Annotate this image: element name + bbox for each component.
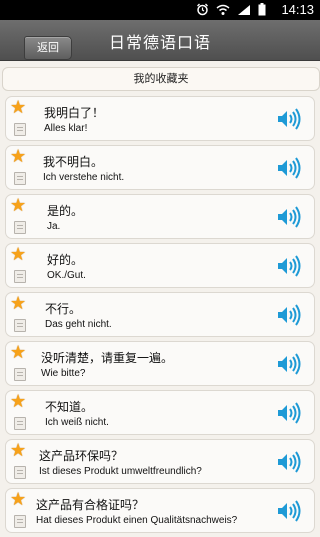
phrase-list: ★ 我明白了！ Alles klar! ★ 我不明白。 Ich verstehe… — [5, 96, 315, 537]
phrase-german: Ich verstehe nicht. — [43, 172, 125, 183]
phrase-item[interactable]: ★ 这产品有合格证吗？ Hat dieses Produkt einen Qua… — [5, 488, 315, 533]
star-icon[interactable]: ★ — [10, 99, 28, 117]
alarm-icon — [197, 3, 208, 16]
phrase-chinese: 这产品环保吗？ — [39, 449, 124, 463]
phrase-german: Alles klar! — [44, 123, 88, 134]
phrase-german: Ja. — [47, 221, 61, 232]
phrase-chinese: 我明白了！ — [44, 106, 105, 120]
phrase-german: Hat dieses Produkt einen Qualitätsnachwe… — [36, 515, 238, 526]
battery-icon — [258, 3, 266, 16]
status-time: 14:13 — [281, 2, 314, 17]
signal-icon — [238, 4, 250, 15]
star-icon[interactable]: ★ — [10, 491, 28, 509]
star-icon[interactable]: ★ — [10, 393, 28, 411]
book-icon[interactable] — [14, 221, 26, 234]
star-icon[interactable]: ★ — [10, 246, 28, 264]
phrase-item[interactable]: ★ 是的。 Ja. — [5, 194, 315, 239]
phrase-chinese: 没听清楚，请重复一遍。 — [41, 351, 174, 365]
page-title: 日常德语口语 — [108, 33, 211, 52]
speaker-icon[interactable] — [276, 303, 302, 327]
phrase-item[interactable]: ★ 好的。 OK./Gut. — [5, 243, 315, 288]
book-icon[interactable] — [14, 319, 26, 332]
speaker-icon[interactable] — [276, 352, 302, 376]
star-icon[interactable]: ★ — [10, 148, 28, 166]
book-icon[interactable] — [14, 270, 26, 283]
phrase-chinese: 不知道。 — [45, 400, 94, 414]
phrase-chinese: 好的。 — [47, 253, 84, 267]
phrase-chinese: 我不明白。 — [43, 155, 104, 169]
speaker-icon[interactable] — [276, 254, 302, 278]
star-icon[interactable]: ★ — [10, 442, 28, 460]
phrase-item[interactable]: ★ 这产品环保吗？ Ist dieses Produkt umweltfreun… — [5, 439, 315, 484]
phrase-item[interactable]: ★ 我明白了！ Alles klar! — [5, 96, 315, 141]
speaker-icon[interactable] — [276, 450, 302, 474]
phrase-chinese: 是的。 — [47, 204, 84, 218]
book-icon[interactable] — [14, 515, 26, 528]
phrase-chinese: 这产品有合格证吗？ — [36, 498, 145, 512]
wifi-icon — [216, 4, 230, 15]
phrase-item[interactable]: ★ 我不明白。 Ich verstehe nicht. — [5, 145, 315, 190]
star-icon[interactable]: ★ — [10, 344, 28, 362]
favorites-header: 我的收藏夹 — [2, 67, 320, 91]
speaker-icon[interactable] — [276, 156, 302, 180]
status-bar: 14:13 — [0, 0, 320, 20]
book-icon[interactable] — [14, 172, 26, 185]
speaker-icon[interactable] — [276, 401, 302, 425]
star-icon[interactable]: ★ — [10, 197, 28, 215]
phrase-chinese: 不行。 — [45, 302, 82, 316]
book-icon[interactable] — [14, 368, 26, 381]
phrase-item[interactable]: ★ 不知道。 Ich weiß nicht. — [5, 390, 315, 435]
phrase-item[interactable]: ★ 没听清楚，请重复一遍。 Wie bitte? — [5, 341, 315, 386]
phrase-german: Ist dieses Produkt umweltfreundlich? — [39, 466, 202, 477]
phrase-german: Wie bitte? — [41, 368, 86, 379]
speaker-icon[interactable] — [276, 205, 302, 229]
speaker-icon[interactable] — [276, 107, 302, 131]
phrase-german: OK./Gut. — [47, 270, 86, 281]
phrase-german: Das geht nicht. — [45, 319, 112, 330]
star-icon[interactable]: ★ — [10, 295, 28, 313]
book-icon[interactable] — [14, 417, 26, 430]
speaker-icon[interactable] — [276, 499, 302, 523]
phrase-item[interactable]: ★ 不行。 Das geht nicht. — [5, 292, 315, 337]
phrase-german: Ich weiß nicht. — [45, 417, 109, 428]
book-icon[interactable] — [14, 123, 26, 136]
book-icon[interactable] — [14, 466, 26, 479]
